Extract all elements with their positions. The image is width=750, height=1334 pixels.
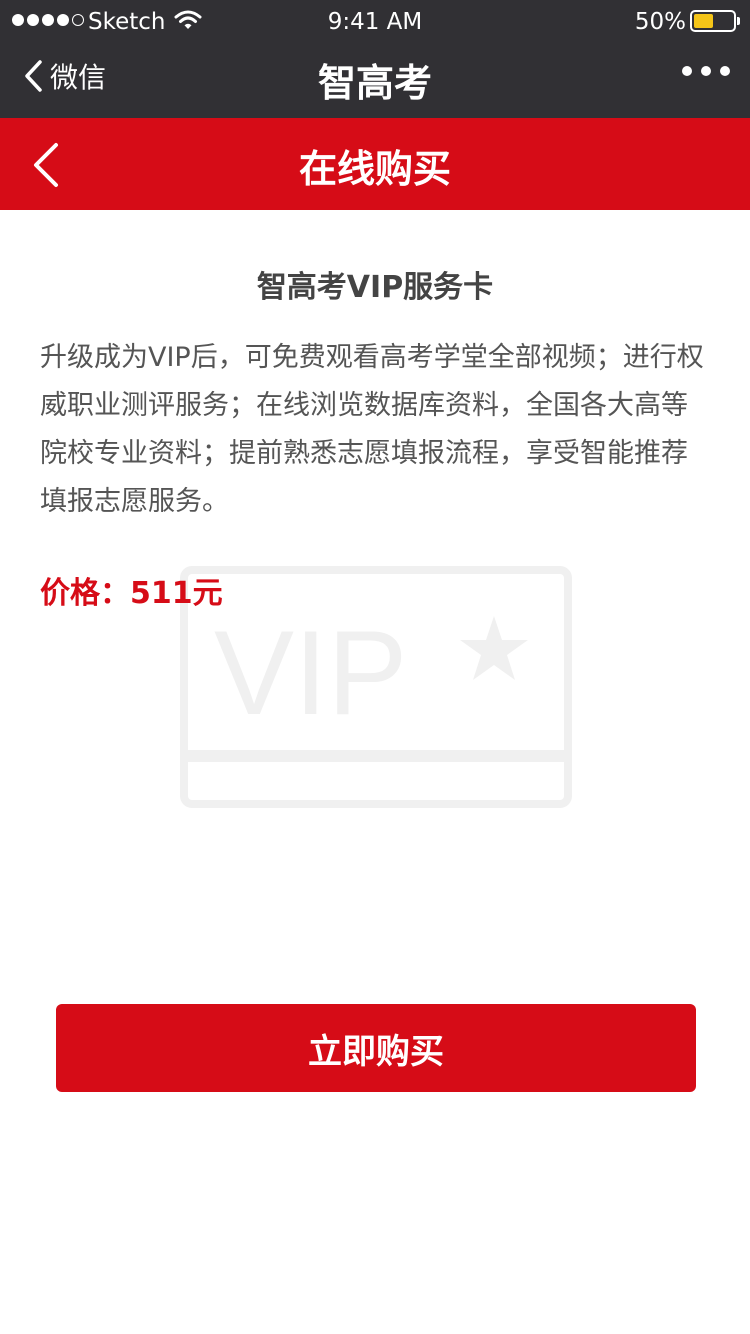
wechat-top-bar: Sketch 9:41 AM 50% 微信 智高考 — [0, 0, 750, 118]
page-header: 在线购买 — [0, 118, 750, 210]
vip-card-watermark: VIP — [180, 566, 572, 808]
vip-watermark-text: VIP — [214, 606, 407, 740]
star-icon — [460, 616, 528, 680]
battery-icon — [690, 10, 740, 32]
battery-level — [694, 14, 713, 28]
product-description: 升级成为VIP后，可免费观看高考学堂全部视频；进行权威职业测评服务；在线浏览数据… — [40, 342, 704, 517]
battery-percent: 50% — [634, 9, 686, 35]
wechat-title: 智高考 — [317, 61, 432, 105]
more-options-icon[interactable] — [682, 66, 730, 76]
buy-now-button[interactable]: 立即购买 — [56, 1004, 696, 1092]
status-bar: Sketch 9:41 AM 50% — [0, 0, 750, 44]
wechat-nav-bar: 微信 智高考 — [0, 44, 750, 118]
product-title: 智高考VIP服务卡 — [256, 270, 494, 305]
price-label: 价格：511元 — [40, 576, 223, 611]
page-title: 在线购买 — [298, 147, 451, 191]
